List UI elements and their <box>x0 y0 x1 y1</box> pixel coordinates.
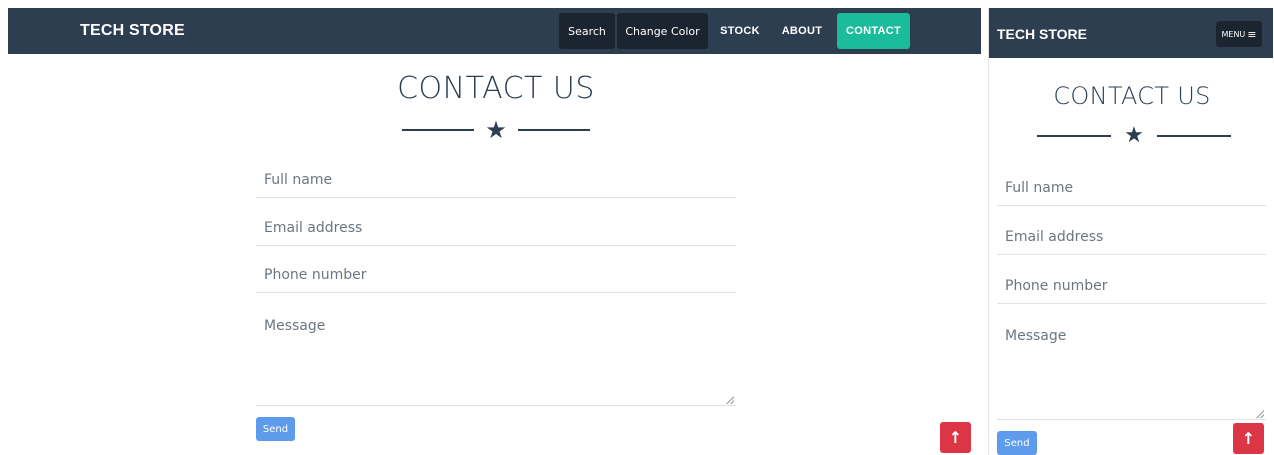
mobile-full-name-input[interactable] <box>997 170 1266 206</box>
mobile-star-divider: ★ <box>1037 123 1231 149</box>
email-input[interactable] <box>256 210 736 246</box>
change-color-button[interactable]: Change Color <box>617 13 708 49</box>
resize-handle-icon[interactable] <box>726 396 734 404</box>
mobile-brand-logo[interactable]: TECH STORE <box>997 26 1087 42</box>
divider-line-right <box>1156 135 1231 137</box>
nav-link-stock[interactable]: STOCK <box>712 13 768 49</box>
divider-line-left <box>402 129 474 131</box>
star-icon: ★ <box>485 116 507 144</box>
nav-link-about[interactable]: ABOUT <box>774 13 830 49</box>
desktop-view: TECH STORE Search Change Color STOCK ABO… <box>8 8 981 455</box>
divider-line-left <box>1037 135 1111 137</box>
page-title: CONTACT US <box>397 71 595 106</box>
nav-link-contact[interactable]: CONTACT <box>837 13 910 49</box>
mobile-scroll-top-button[interactable]: ↑ <box>1233 423 1264 454</box>
mobile-view: TECH STORE MENU ≡ CONTACT US ★ Send ↑ <box>988 8 1273 455</box>
message-textarea[interactable] <box>256 310 736 406</box>
navbar: TECH STORE Search Change Color STOCK ABO… <box>8 8 981 54</box>
scroll-top-button[interactable]: ↑ <box>940 422 971 453</box>
send-button[interactable]: Send <box>256 417 295 441</box>
hamburger-icon: ≡ <box>1247 27 1257 41</box>
star-icon: ★ <box>1124 123 1144 148</box>
arrow-up-icon: ↑ <box>1241 429 1256 448</box>
menu-toggle-button[interactable]: MENU ≡ <box>1216 21 1262 47</box>
star-divider: ★ <box>402 116 590 144</box>
arrow-up-icon: ↑ <box>948 428 963 447</box>
mobile-message-textarea[interactable] <box>997 320 1266 420</box>
divider-line-right <box>517 129 590 131</box>
phone-input[interactable] <box>256 257 736 293</box>
search-button[interactable]: Search <box>559 13 615 49</box>
mobile-navbar: TECH STORE MENU ≡ <box>989 8 1273 58</box>
mobile-send-button[interactable]: Send <box>997 431 1037 455</box>
full-name-input[interactable] <box>256 162 736 198</box>
menu-label: MENU <box>1221 29 1246 39</box>
resize-handle-icon[interactable] <box>1256 410 1264 418</box>
mobile-email-input[interactable] <box>997 219 1266 255</box>
mobile-phone-input[interactable] <box>997 268 1266 304</box>
brand-logo[interactable]: TECH STORE <box>80 22 185 40</box>
mobile-page-title: CONTACT US <box>1053 82 1211 110</box>
